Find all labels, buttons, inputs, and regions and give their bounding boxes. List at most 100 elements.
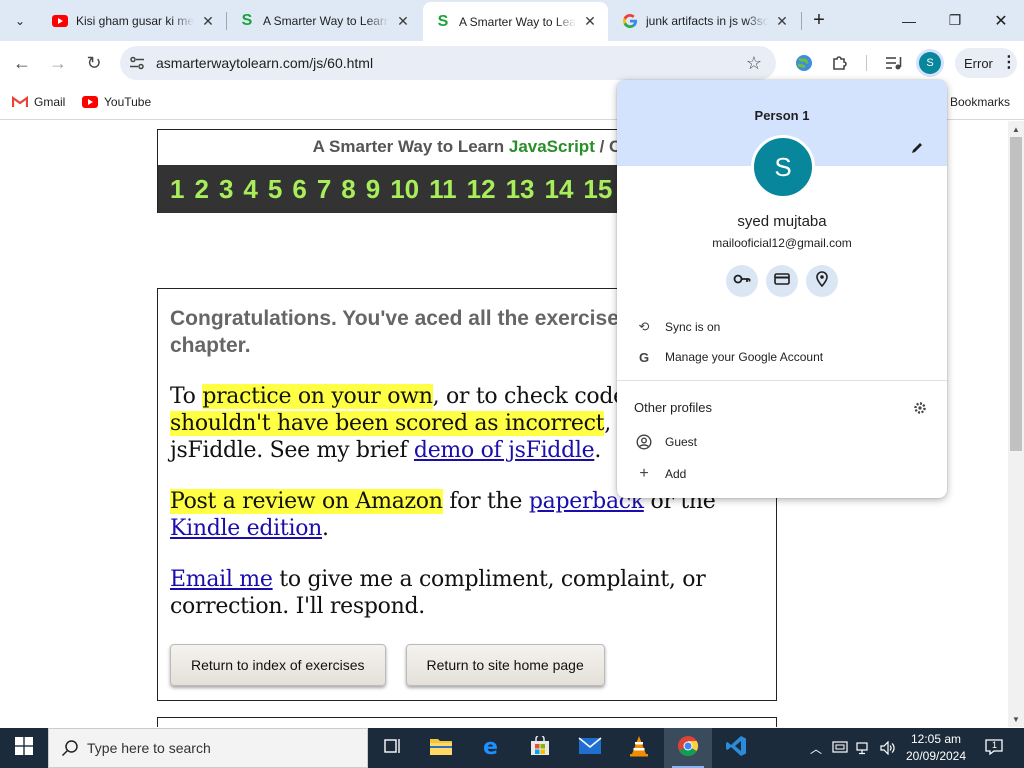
windows-logo-icon — [15, 736, 33, 760]
store-bag-icon — [529, 733, 551, 761]
device-tray-icon[interactable] — [830, 728, 850, 768]
error-chip[interactable]: Error ⋮ — [955, 48, 1017, 78]
error-label: Error — [964, 55, 993, 71]
taskbar-clock[interactable]: 12:05 am 20/09/2024 — [900, 731, 972, 765]
chapter-number-link[interactable]: 13 — [506, 174, 535, 205]
chapter-number-link[interactable]: 14 — [544, 174, 573, 205]
scroll-up-icon[interactable]: ▲ — [1008, 121, 1024, 137]
task-view-button[interactable] — [368, 728, 416, 768]
divider — [617, 380, 947, 381]
notifications-button[interactable]: 1 — [980, 728, 1008, 768]
mail-button[interactable] — [566, 728, 614, 768]
gmail-icon — [12, 96, 28, 108]
restore-button[interactable]: ❐ — [932, 0, 978, 41]
close-icon[interactable]: ✕ — [582, 13, 598, 30]
text: . — [322, 516, 329, 541]
chrome-button[interactable] — [664, 728, 712, 768]
bookmark-label: Gmail — [34, 95, 66, 109]
svg-text:e: e — [483, 735, 498, 757]
address-bar[interactable]: asmarterwaytolearn.com/js/60.html ☆ — [120, 46, 776, 80]
chapter-number-link[interactable]: 12 — [467, 174, 496, 205]
tab-search-button[interactable]: ⌄ — [0, 0, 40, 41]
youtube-icon — [82, 96, 98, 108]
gear-icon[interactable] — [911, 399, 929, 417]
credit-card-icon — [774, 272, 790, 290]
bookmarks-folder[interactable]: Bookmarks — [950, 93, 1010, 111]
chapter-number-link[interactable]: 10 — [390, 174, 419, 205]
chapter-number-link[interactable]: 3 — [219, 174, 233, 205]
tab-title: A Smarter Way to Learn JavaScript — [459, 14, 576, 29]
guest-profile-row[interactable]: Guest — [617, 427, 947, 457]
tab-google-search[interactable]: junk artifacts in js w3schools ✕ — [610, 7, 800, 35]
add-label: Add — [665, 467, 687, 481]
extensions-puzzle-icon[interactable] — [826, 49, 854, 77]
reload-button[interactable]: ↻ — [80, 49, 108, 77]
chapter-number-link[interactable]: 5 — [268, 174, 282, 205]
forward-button[interactable]: → — [44, 49, 72, 77]
scroll-down-icon[interactable]: ▼ — [1008, 711, 1024, 727]
minimize-icon: — — [902, 12, 916, 29]
close-icon[interactable]: ✕ — [200, 13, 216, 29]
payment-methods-button[interactable] — [766, 265, 798, 297]
smarter-way-s-icon: S — [241, 12, 253, 29]
store-button[interactable] — [516, 728, 564, 768]
site-info-icon[interactable] — [128, 54, 146, 72]
chapter-number-link[interactable]: 8 — [341, 174, 355, 205]
close-icon[interactable]: ✕ — [774, 13, 790, 29]
notification-icon: 1 — [985, 738, 1003, 758]
chapter-number-link[interactable]: 11 — [429, 174, 457, 205]
arrow-left-icon: ← — [13, 52, 31, 73]
next-section-box — [157, 717, 777, 727]
passwords-button[interactable] — [726, 265, 758, 297]
tab-youtube[interactable]: Kisi gham gusar ki mehfil ✕ — [40, 7, 226, 35]
site-title-js: JavaScript — [508, 137, 595, 156]
close-icon[interactable]: ✕ — [395, 13, 411, 29]
jsfiddle-demo-link[interactable]: demo of jsFiddle — [414, 438, 595, 463]
window-close-button[interactable]: ✕ — [978, 0, 1024, 41]
chapter-number-link[interactable]: 1 — [170, 174, 184, 205]
edge-button[interactable]: e — [467, 728, 515, 768]
user-name: syed mujtaba — [737, 213, 827, 230]
add-profile-row[interactable]: + Add — [617, 459, 947, 489]
taskbar-search-box[interactable]: Type here to search — [48, 728, 368, 768]
pencil-icon[interactable] — [907, 138, 927, 158]
chapter-number-link[interactable]: 7 — [317, 174, 331, 205]
new-tab-button[interactable]: + — [803, 0, 835, 41]
chevron-down-icon: ⌄ — [14, 13, 26, 28]
vlc-button[interactable] — [615, 728, 663, 768]
scroll-thumb[interactable] — [1010, 137, 1022, 451]
kindle-edition-link[interactable]: Kindle edition — [170, 516, 322, 541]
notification-count: 1 — [992, 739, 998, 750]
email-me-link[interactable]: Email me — [170, 567, 273, 592]
sync-row[interactable]: ⟲ Sync is on — [617, 312, 947, 342]
return-to-index-button[interactable]: Return to index of exercises — [170, 644, 386, 686]
bookmark-star-icon[interactable]: ☆ — [742, 51, 766, 75]
chapter-number-link[interactable]: 15 — [583, 174, 612, 205]
tab-smarter-way-1[interactable]: S A Smarter Way to Learn JavaScript ✕ — [227, 7, 421, 35]
start-button[interactable] — [0, 728, 48, 768]
network-icon[interactable] — [854, 728, 874, 768]
show-hidden-icons-button[interactable]: ︿ — [806, 728, 826, 768]
profile-button[interactable]: S — [916, 49, 944, 77]
bookmark-youtube[interactable]: YouTube — [82, 93, 151, 111]
return-to-home-button[interactable]: Return to site home page — [405, 644, 605, 686]
page-scrollbar[interactable]: ▲ ▼ — [1008, 121, 1024, 727]
manage-account-row[interactable]: G Manage your Google Account — [617, 342, 947, 372]
extension-globe-icon[interactable] — [790, 49, 818, 77]
chapter-number-link[interactable]: 2 — [194, 174, 208, 205]
task-view-icon — [382, 737, 402, 760]
volume-icon[interactable] — [878, 728, 898, 768]
file-explorer-button[interactable] — [417, 728, 465, 768]
bookmark-gmail[interactable]: Gmail — [12, 93, 65, 111]
button-row: Return to index of exercises Return to s… — [170, 644, 625, 686]
minimize-button[interactable]: — — [886, 0, 932, 41]
media-controls-icon[interactable] — [880, 49, 908, 77]
addresses-button[interactable] — [806, 265, 838, 297]
vscode-button[interactable] — [712, 728, 760, 768]
chapter-number-link[interactable]: 4 — [243, 174, 257, 205]
back-button[interactable]: ← — [8, 49, 36, 77]
profile-avatar: S — [751, 135, 815, 199]
chapter-number-link[interactable]: 9 — [366, 174, 380, 205]
chapter-number-link[interactable]: 6 — [292, 174, 306, 205]
tab-smarter-way-active[interactable]: S A Smarter Way to Learn JavaScript ✕ — [423, 2, 608, 41]
